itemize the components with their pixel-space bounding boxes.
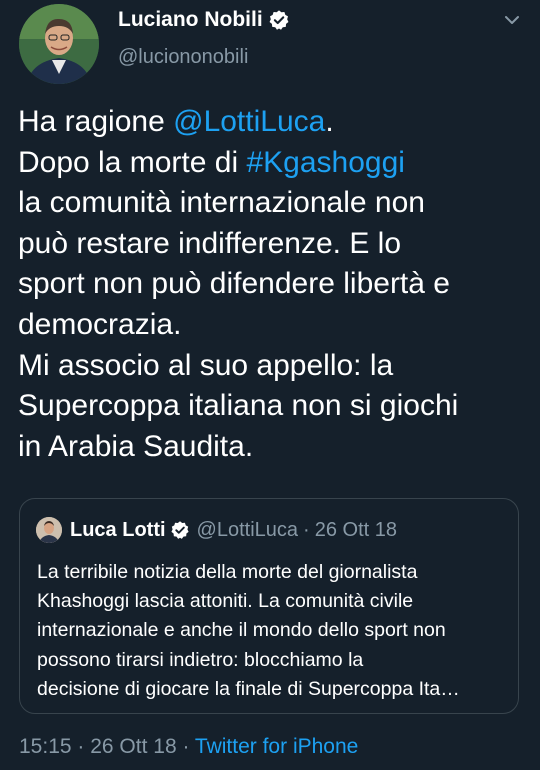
quoted-separator: · <box>303 518 310 541</box>
author-avatar[interactable] <box>19 4 99 84</box>
tweet-line: la comunità internazionale non <box>18 186 425 220</box>
tweet-date[interactable]: 26 Ott 18 <box>90 735 176 758</box>
meta-separator: · <box>71 735 91 758</box>
hashtag-link[interactable]: #Kgashoggi <box>246 146 404 179</box>
quoted-author-avatar <box>36 517 62 543</box>
tweet-line: democrazia. <box>18 307 182 341</box>
tweet-line: Dopo la morte di #Kgashoggi <box>18 143 523 184</box>
author-display-name[interactable]: Luciano Nobili <box>118 8 263 32</box>
chevron-down-icon[interactable] <box>502 10 522 30</box>
tweet-header: Luciano Nobili @luciononobili <box>0 0 540 90</box>
verified-badge-icon <box>170 520 190 540</box>
quoted-text-line: decisione di giocare la finale di Superc… <box>37 677 460 700</box>
quoted-text-line: internazionale e anche il mondo dello sp… <box>37 619 446 642</box>
verified-badge-icon <box>268 9 290 31</box>
tweet-time[interactable]: 15:15 <box>19 735 72 758</box>
quoted-text-line: possono tirarsi indietro: blocchiamo la <box>37 648 364 671</box>
quoted-text-line: Khashoggi lascia attoniti. La comunità c… <box>37 590 414 613</box>
tweet-line: in Arabia Saudita. <box>18 429 254 463</box>
tweet-line: può restare indifferenze. E lo <box>18 226 402 260</box>
quoted-tweet-header: Luca Lotti @LottiLuca · 26 Ott 18 <box>36 516 397 544</box>
quoted-text-line: La terribile notizia della morte del gio… <box>37 561 418 583</box>
tweet-line: Supercoppa italiana non si giochi <box>18 389 459 423</box>
quoted-author-name: Luca Lotti <box>70 518 166 541</box>
quoted-tweet-date: 26 Ott 18 <box>314 518 397 541</box>
tweet-line: Ha ragione @LottiLuca. <box>18 102 523 143</box>
tweet-line: sport non può difendere libertà e <box>18 267 450 301</box>
tweet-line: Mi associo al suo appello: la <box>18 348 394 382</box>
tweet-text-segment: Dopo la morte di <box>18 145 247 179</box>
author-handle[interactable]: @luciononobili <box>118 46 248 69</box>
author-name-row: Luciano Nobili <box>118 6 290 34</box>
meta-separator: · <box>176 735 195 758</box>
tweet-source-link[interactable]: Twitter for iPhone <box>195 735 358 758</box>
tweet-meta: 15:15 · 26 Ott 18 · Twitter for iPhone <box>19 735 358 759</box>
mention-link[interactable]: @LottiLuca <box>173 105 325 138</box>
tweet-text-segment: Ha ragione <box>18 105 174 138</box>
quoted-tweet-text: La terribile notizia della morte del gio… <box>37 558 507 704</box>
tweet-body: Ha ragione @LottiLuca. Dopo la morte di … <box>18 102 523 467</box>
quoted-tweet-card[interactable]: Luca Lotti @LottiLuca · 26 Ott 18 La ter… <box>19 498 519 714</box>
tweet-text-segment: . <box>325 105 334 138</box>
quoted-author-handle: @LottiLuca <box>196 518 299 541</box>
